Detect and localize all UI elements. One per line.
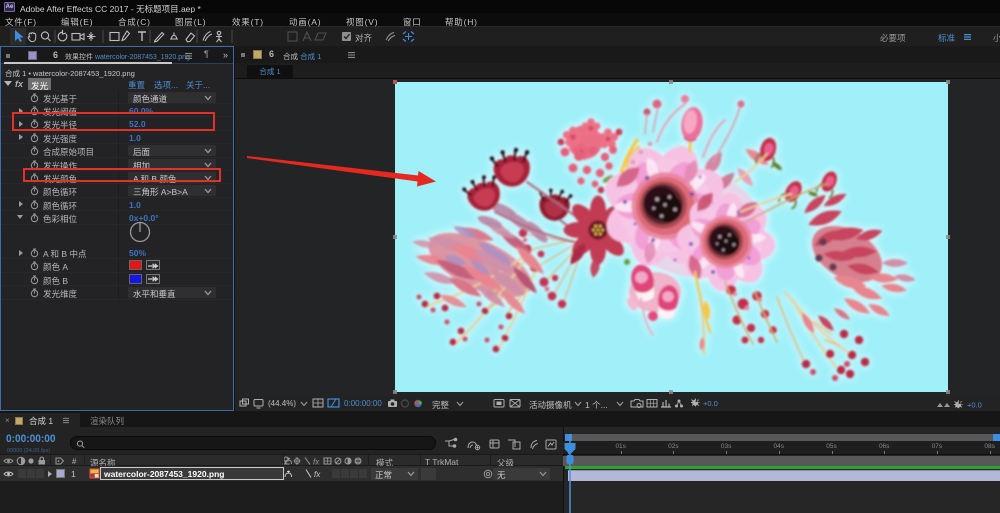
svg-text:#: # [72, 457, 77, 466]
svg-text:fx: fx [313, 458, 320, 467]
svg-text:fx: fx [314, 470, 321, 479]
svg-text:+0.0: +0.0 [967, 400, 982, 409]
svg-text:+0.0: +0.0 [703, 399, 718, 408]
